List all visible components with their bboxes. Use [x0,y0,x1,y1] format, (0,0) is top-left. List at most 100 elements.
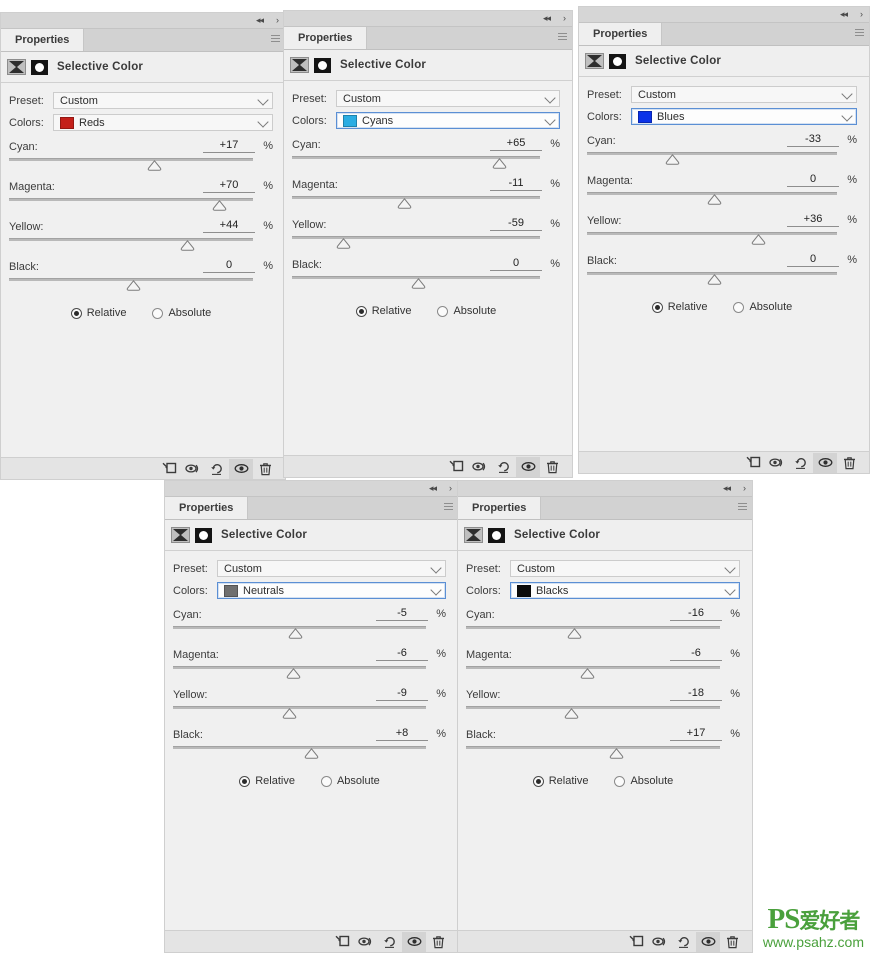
panel-menu-icon[interactable] [558,33,567,42]
slider-thumb[interactable] [580,668,595,679]
radio-absolute[interactable]: Absolute [437,305,496,317]
slider-thumb[interactable] [304,748,319,759]
radio-absolute[interactable]: Absolute [152,307,211,319]
slider-track-area[interactable] [466,745,740,761]
reset-button[interactable] [378,932,402,952]
slider-thumb[interactable] [707,274,722,285]
collapse-double-arrow-icon[interactable]: ◂◂ [840,8,848,20]
slider-value-input[interactable]: -6 [670,647,722,661]
slider-track-area[interactable] [173,665,446,681]
tab-properties[interactable]: Properties [1,29,85,51]
slider-value-input[interactable]: 0 [490,257,542,271]
slider-thumb[interactable] [411,278,426,289]
slider-track-area[interactable] [173,705,446,721]
slider-thumb[interactable] [212,200,227,211]
slider-track-area[interactable] [466,665,740,681]
slider-track-area[interactable] [9,197,273,213]
delete-button[interactable] [837,453,861,473]
toggle-visibility-button[interactable] [229,458,253,479]
clip-to-layer-button[interactable] [157,459,181,479]
slider-value-input[interactable]: -11 [490,177,542,191]
panel-menu-icon[interactable] [271,35,280,44]
slider-value-input[interactable]: 0 [787,253,839,267]
slider-track-area[interactable] [587,271,857,287]
slider-track-area[interactable] [466,625,740,641]
tab-properties[interactable]: Properties [458,497,542,519]
reset-button[interactable] [672,932,696,952]
expand-arrow-icon[interactable]: › [563,12,566,24]
slider-thumb[interactable] [288,628,303,639]
slider-track-area[interactable] [292,275,560,291]
slider-track-area[interactable] [292,235,560,251]
preset-dropdown[interactable]: Custom [217,560,446,577]
slider-value-input[interactable]: +44 [203,219,255,233]
radio-absolute[interactable]: Absolute [614,775,673,787]
slider-thumb[interactable] [609,748,624,759]
colors-dropdown[interactable]: Neutrals [217,582,446,599]
slider-value-input[interactable]: -59 [490,217,542,231]
view-previous-state-button[interactable] [648,932,672,952]
slider-thumb[interactable] [567,628,582,639]
slider-thumb[interactable] [751,234,766,245]
radio-relative[interactable]: Relative [239,775,295,787]
slider-value-input[interactable]: +70 [203,179,255,193]
slider-thumb[interactable] [147,160,162,171]
reset-button[interactable] [492,457,516,477]
slider-value-input[interactable]: +17 [203,139,255,153]
slider-thumb[interactable] [336,238,351,249]
panel-menu-icon[interactable] [855,29,864,38]
tab-properties[interactable]: Properties [579,23,663,45]
panel-menu-icon[interactable] [738,503,747,512]
preset-dropdown[interactable]: Custom [631,86,857,103]
slider-value-input[interactable]: -33 [787,133,839,147]
radio-relative[interactable]: Relative [651,301,707,313]
clip-to-layer-button[interactable] [444,457,468,477]
slider-value-input[interactable]: +8 [376,727,428,741]
preset-dropdown[interactable]: Custom [53,92,273,109]
slider-value-input[interactable]: -16 [670,607,722,621]
slider-track-area[interactable] [587,151,857,167]
slider-value-input[interactable]: -5 [376,607,428,621]
expand-arrow-icon[interactable]: › [449,482,452,494]
expand-arrow-icon[interactable]: › [860,8,863,20]
preset-dropdown[interactable]: Custom [336,90,560,107]
expand-arrow-icon[interactable]: › [743,482,746,494]
slider-thumb[interactable] [492,158,507,169]
tab-properties[interactable]: Properties [284,27,368,49]
slider-thumb[interactable] [286,668,301,679]
preset-dropdown[interactable]: Custom [510,560,740,577]
colors-dropdown[interactable]: Cyans [336,112,560,129]
radio-absolute[interactable]: Absolute [320,775,380,787]
tab-properties[interactable]: Properties [165,497,249,519]
slider-thumb[interactable] [707,194,722,205]
slider-thumb[interactable] [180,240,195,251]
slider-thumb[interactable] [564,708,579,719]
slider-track-area[interactable] [173,625,446,641]
slider-thumb[interactable] [282,708,297,719]
slider-value-input[interactable]: 0 [203,259,255,273]
slider-value-input[interactable]: -9 [376,687,428,701]
view-previous-state-button[interactable] [468,457,492,477]
slider-track-area[interactable] [587,191,857,207]
radio-relative[interactable]: Relative [355,305,411,317]
toggle-visibility-button[interactable] [516,456,540,477]
delete-button[interactable] [253,459,277,479]
reset-button[interactable] [789,453,813,473]
slider-track-area[interactable] [173,745,446,761]
toggle-visibility-button[interactable] [696,931,720,952]
slider-thumb[interactable] [126,280,141,291]
slider-thumb[interactable] [665,154,680,165]
expand-arrow-icon[interactable]: › [276,14,279,26]
delete-button[interactable] [720,932,744,952]
toggle-visibility-button[interactable] [402,931,426,952]
toggle-visibility-button[interactable] [813,452,837,473]
colors-dropdown[interactable]: Reds [53,114,273,131]
slider-track-area[interactable] [292,195,560,211]
reset-button[interactable] [205,459,229,479]
slider-track-area[interactable] [466,705,740,721]
collapse-double-arrow-icon[interactable]: ◂◂ [256,14,264,26]
clip-to-layer-button[interactable] [624,932,648,952]
slider-track-area[interactable] [292,155,560,171]
view-previous-state-button[interactable] [181,459,205,479]
view-previous-state-button[interactable] [765,453,789,473]
